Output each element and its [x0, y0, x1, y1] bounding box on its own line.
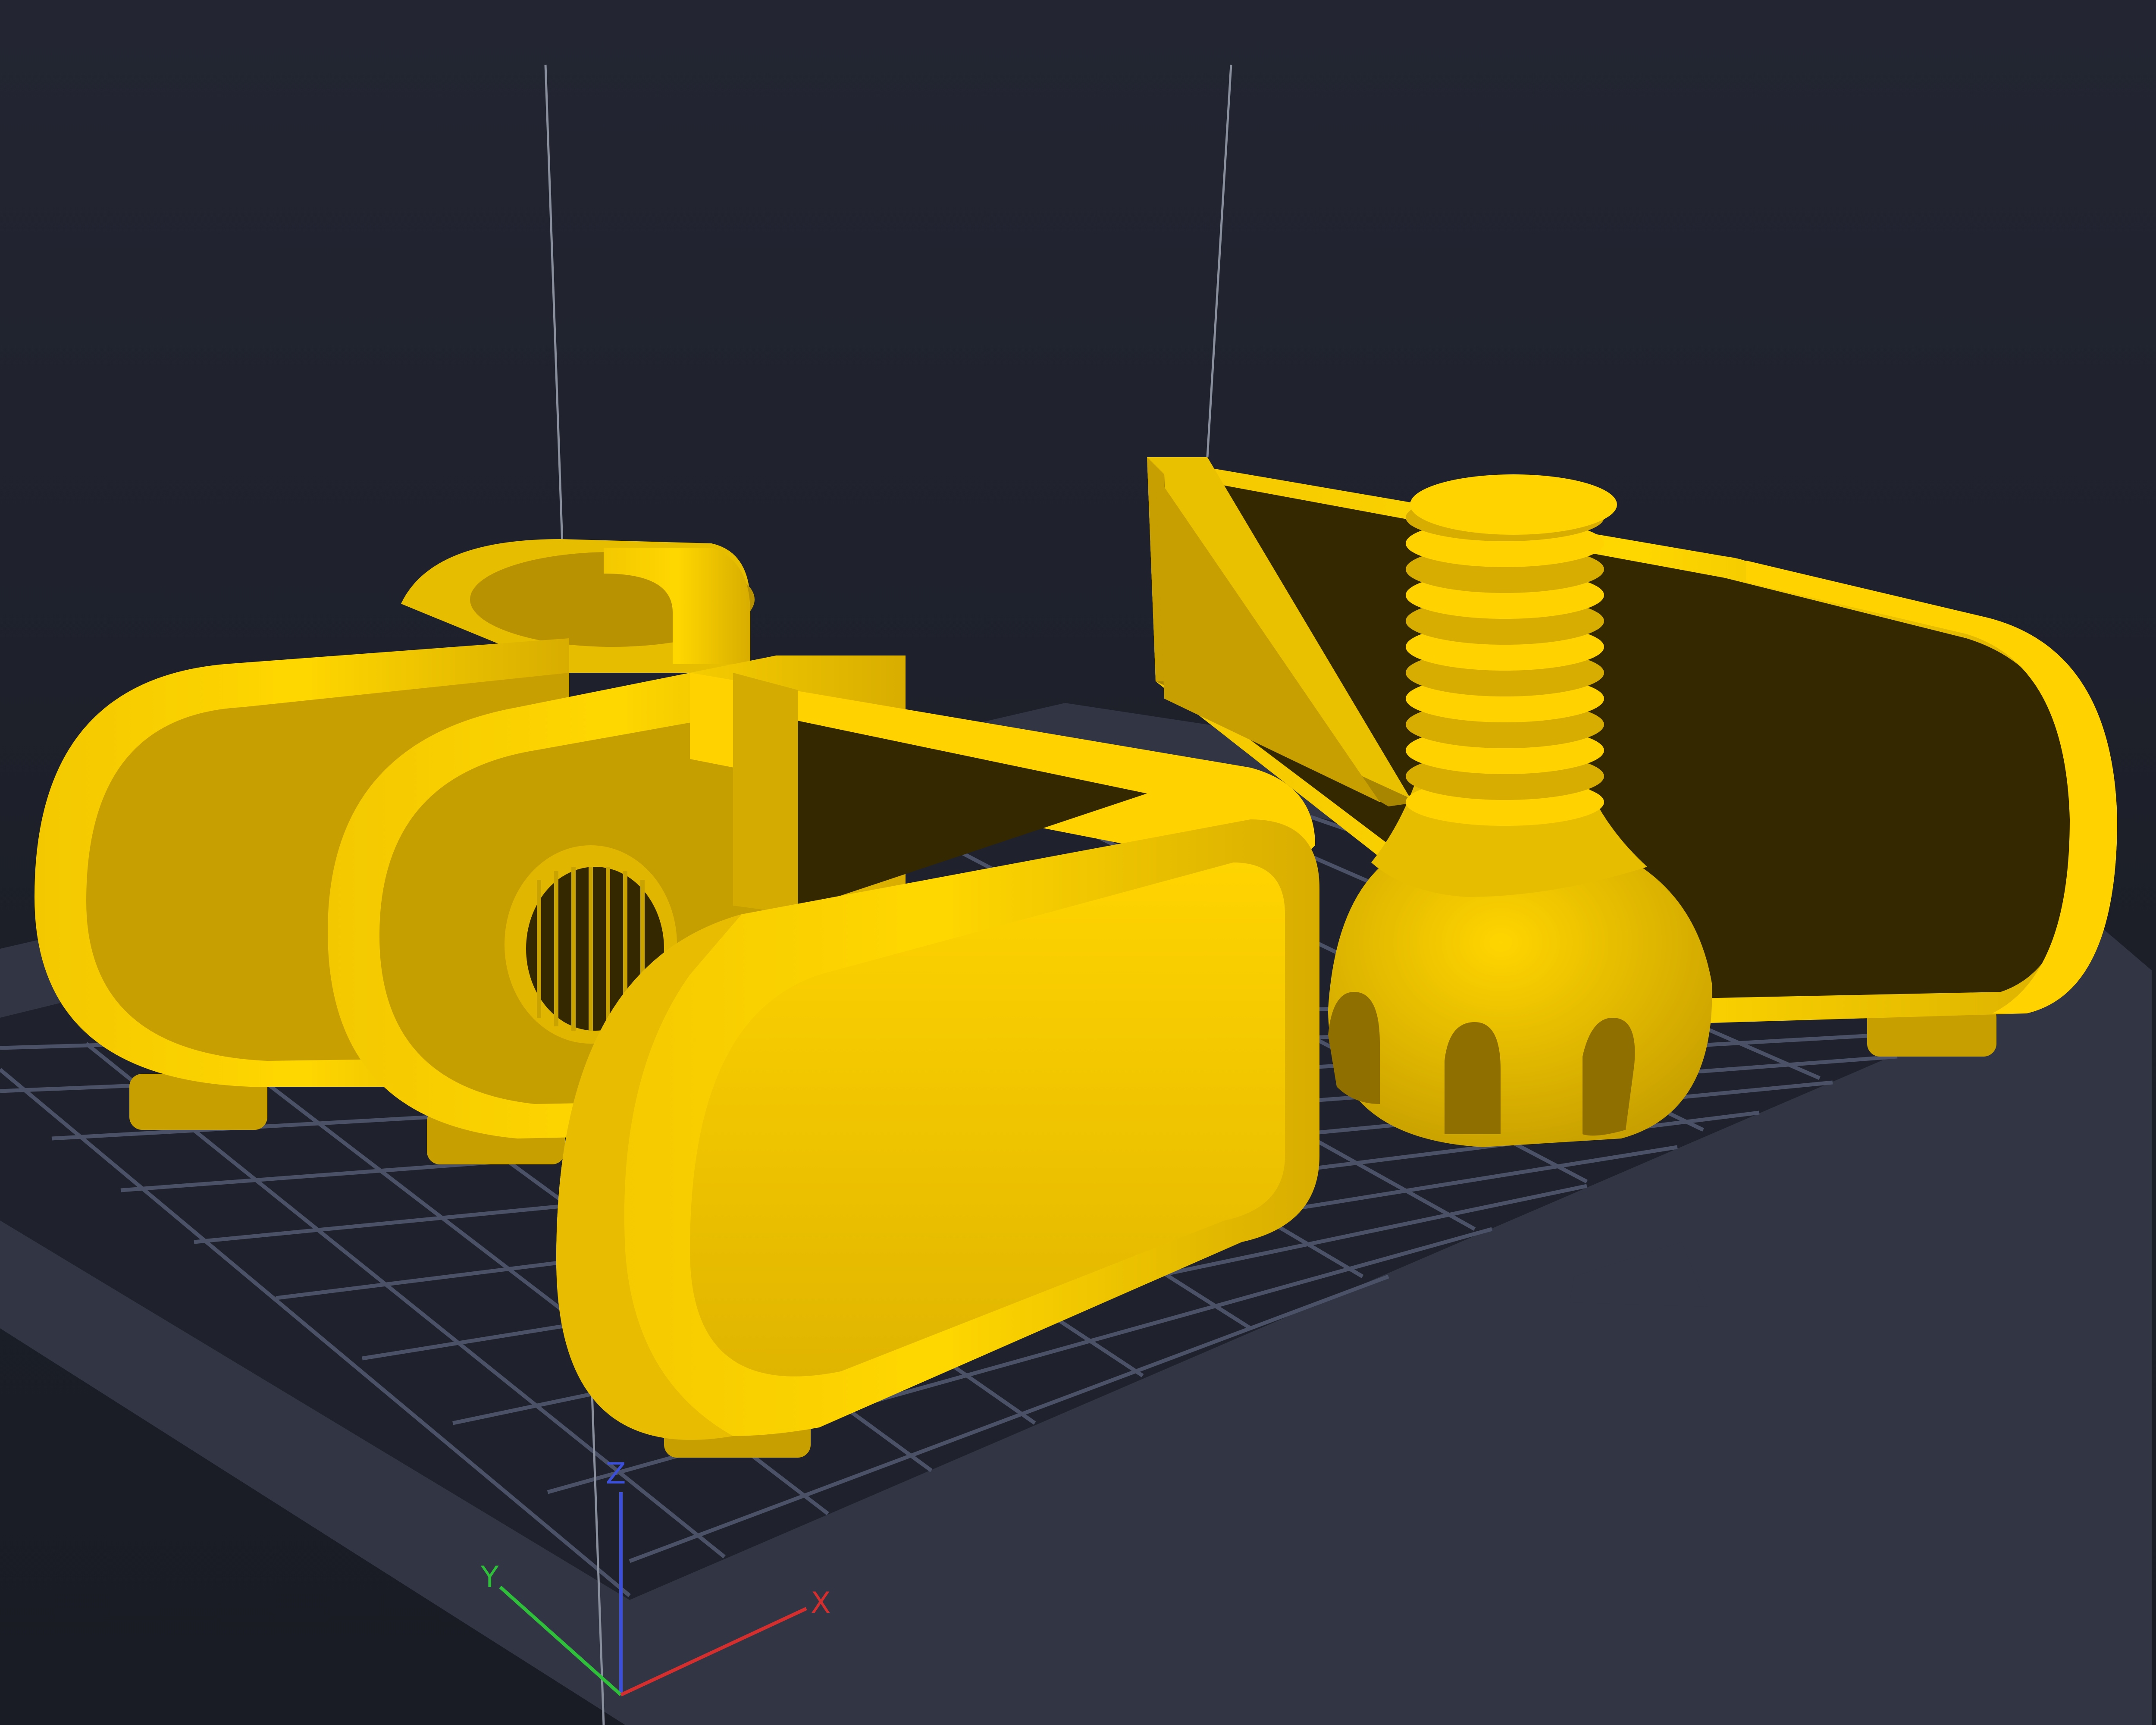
- y-axis-label: Y: [480, 1560, 499, 1594]
- z-axis-label: Z: [606, 1457, 626, 1491]
- scene-canvas[interactable]: Z Y X: [0, 0, 2156, 1725]
- x-axis-label: X: [811, 1586, 831, 1620]
- screw-threads: [1406, 474, 1617, 826]
- view-guide-line: [1206, 64, 1232, 458]
- 3d-viewport[interactable]: Z Y X: [0, 0, 2156, 1725]
